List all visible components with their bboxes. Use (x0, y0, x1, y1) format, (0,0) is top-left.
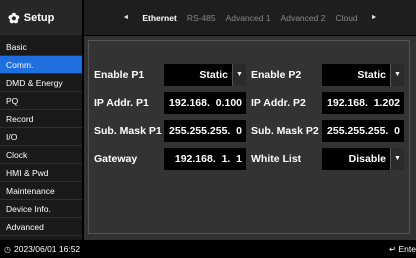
status-bar: ◷ 2023/06/01 16:52 ↵ Ente (0, 240, 416, 258)
sidebar-item-advanced[interactable]: Advanced (0, 218, 82, 236)
sidebar-item-pq[interactable]: PQ (0, 92, 82, 110)
gateway-field[interactable]: 192.168. 1. 1 (164, 148, 246, 170)
sidebar-item-maintenance[interactable]: Maintenance (0, 182, 82, 200)
tab-advanced-2[interactable]: Advanced 2 (281, 13, 326, 23)
tab-bar: ◄ Ethernet RS-485 Advanced 1 Advanced 2 … (84, 0, 416, 35)
gateway-label: Gateway (94, 153, 138, 165)
sidebar-item-record[interactable]: Record (0, 110, 82, 128)
sidebar-item-device-info[interactable]: Device Info. (0, 200, 82, 218)
tab-rs485[interactable]: RS-485 (187, 13, 216, 23)
sidebar-item-dmd-energy[interactable]: DMD & Energy (0, 74, 82, 92)
tab-cloud[interactable]: Cloud (335, 13, 357, 23)
white-list-value: Disable (348, 153, 386, 165)
ip-addr-p1-field[interactable]: 192.168. 0.100 (164, 92, 246, 114)
sidebar-item-comm[interactable]: Comm. (0, 56, 82, 74)
sub-mask-p1-label: Sub. Mask P1 (94, 125, 162, 137)
sub-mask-p2-field[interactable]: 255.255.255. 0 (322, 120, 404, 142)
chevron-down-icon[interactable]: ▼ (232, 64, 246, 86)
sidebar-item-io[interactable]: I/O (0, 128, 82, 146)
enable-p1-value: Static (199, 69, 228, 81)
tab-ethernet[interactable]: Ethernet (142, 13, 176, 23)
enter-button[interactable]: ↵ Ente (389, 240, 416, 258)
ethernet-settings-panel: Enable P1 Static ▼ Enable P2 Static ▼ IP… (88, 40, 410, 234)
chevron-down-icon[interactable]: ▼ (390, 64, 404, 86)
datetime-text: 2023/06/01 16:52 (13, 244, 81, 254)
enable-p1-dropdown[interactable]: Static ▼ (164, 64, 246, 86)
ip-addr-p1-label: IP Addr. P1 (94, 97, 149, 109)
sub-mask-p2-label: Sub. Mask P2 (251, 125, 319, 137)
sidebar-item-clock[interactable]: Clock (0, 146, 82, 164)
sidebar-header: ✿ Setup (0, 0, 82, 35)
enable-p2-dropdown[interactable]: Static ▼ (322, 64, 404, 86)
sidebar: ✿ Setup Basic Comm. DMD & Energy PQ Reco… (0, 0, 82, 240)
gear-icon: ✿ (8, 9, 20, 26)
chevron-down-icon[interactable]: ▼ (390, 148, 404, 170)
tab-next-arrow-icon[interactable]: ► (371, 14, 378, 21)
white-list-dropdown[interactable]: Disable ▼ (322, 148, 404, 170)
sidebar-item-hmi-pwd[interactable]: HMI & Pwd (0, 164, 82, 182)
clock-icon: ◷ (4, 244, 11, 254)
enable-p1-label: Enable P1 (94, 69, 145, 81)
tab-prev-arrow-icon[interactable]: ◄ (122, 14, 129, 21)
ip-addr-p2-label: IP Addr. P2 (251, 97, 306, 109)
sidebar-title: Setup (23, 11, 55, 24)
enable-p2-value: Static (357, 69, 386, 81)
sidebar-item-basic[interactable]: Basic (0, 38, 82, 56)
ip-addr-p2-field[interactable]: 192.168. 1.202 (322, 92, 404, 114)
white-list-label: White List (251, 153, 302, 165)
tab-advanced-1[interactable]: Advanced 1 (226, 13, 271, 23)
content-area: Enable P1 Static ▼ Enable P2 Static ▼ IP… (84, 36, 416, 240)
sub-mask-p1-field[interactable]: 255.255.255. 0 (164, 120, 246, 142)
enable-p2-label: Enable P2 (251, 69, 302, 81)
